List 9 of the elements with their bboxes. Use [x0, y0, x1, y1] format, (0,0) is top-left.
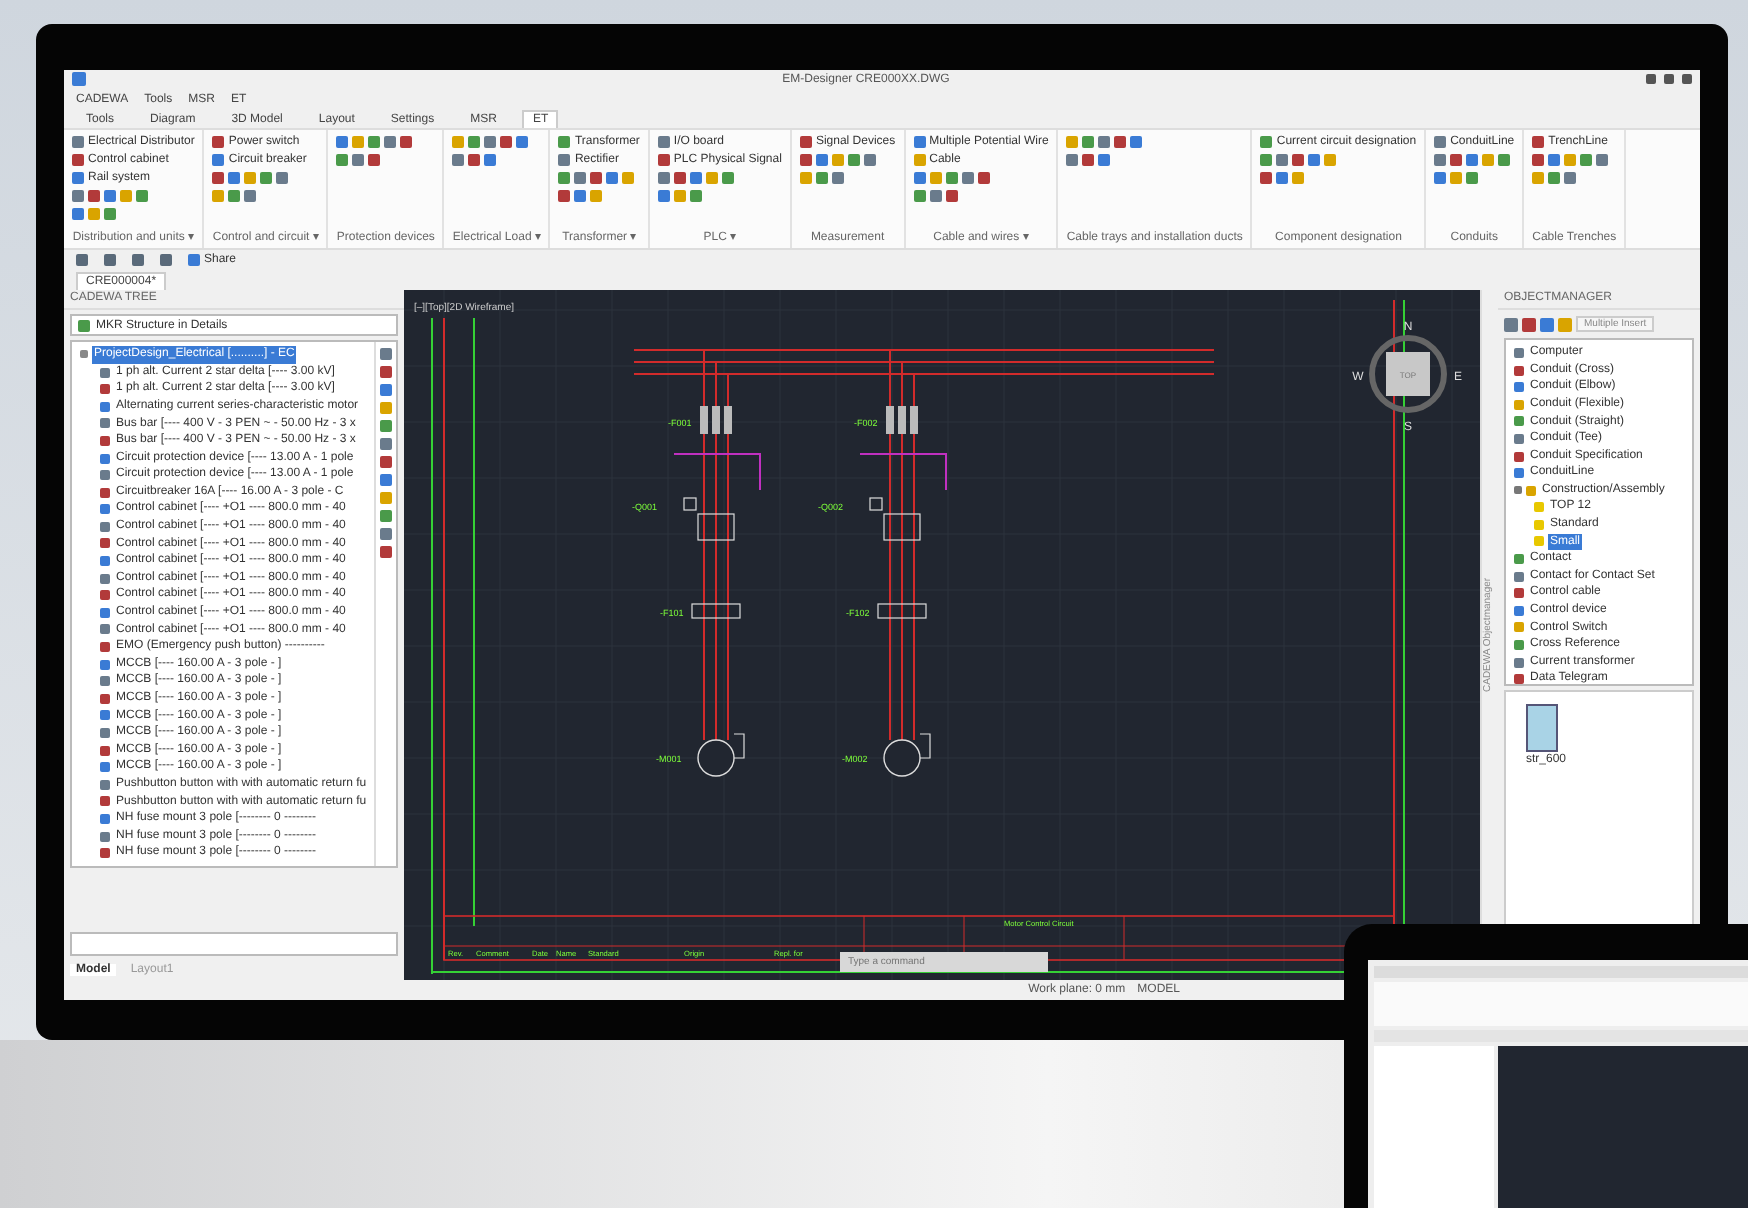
toolbar-icon[interactable]	[160, 254, 172, 267]
toolbar-icon[interactable]	[132, 254, 144, 267]
compass-ring-drawing[interactable]	[1369, 335, 1447, 414]
symbol-preview[interactable]	[1526, 704, 1558, 753]
toolbar-icon[interactable]	[76, 254, 88, 267]
input-field[interactable]	[70, 932, 398, 957]
expander-icon[interactable]	[1514, 486, 1522, 495]
expander-icon[interactable]	[80, 350, 88, 359]
toolbar-icon[interactable]	[104, 254, 116, 267]
